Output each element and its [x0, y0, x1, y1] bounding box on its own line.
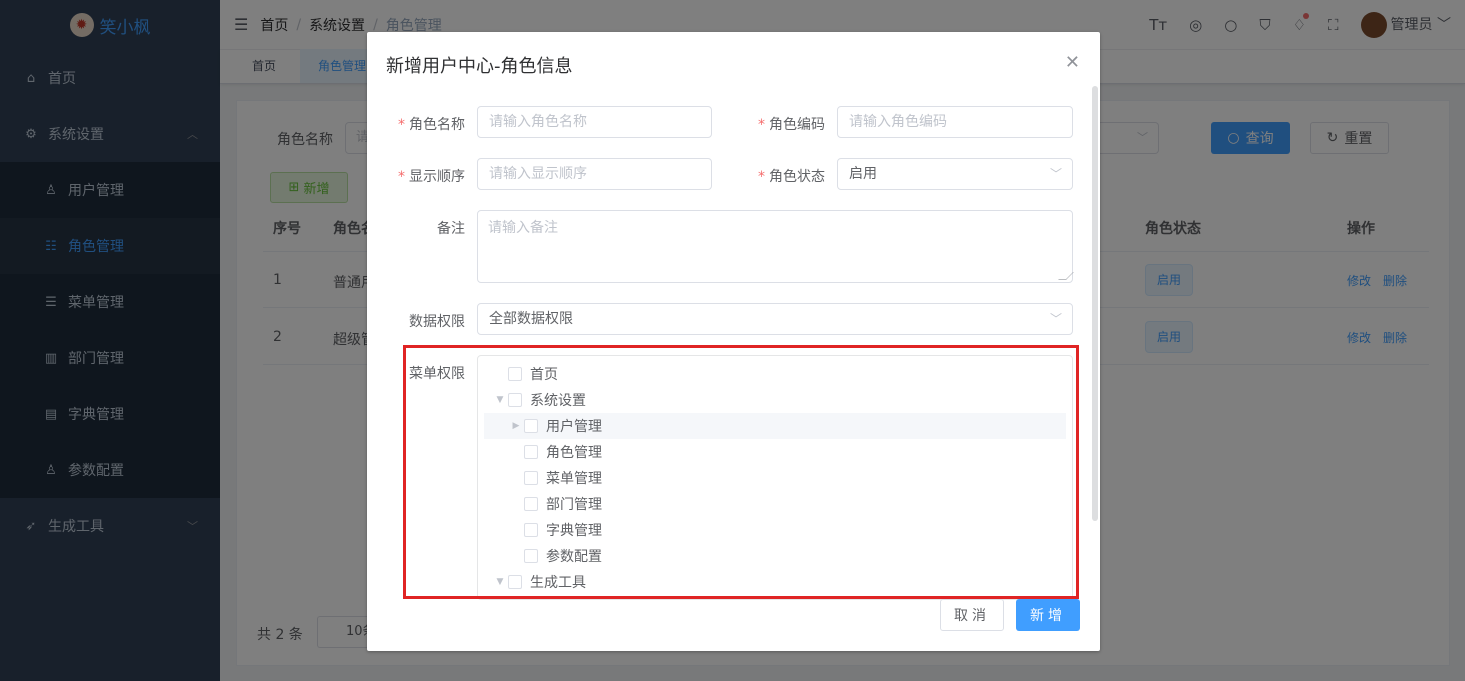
role-code-input[interactable]: 请输入角色编码: [837, 106, 1073, 138]
tree-node-label: 菜单管理: [546, 471, 602, 487]
close-icon[interactable]: ✕: [1065, 52, 1080, 73]
chevron-down-icon: ﹀: [1049, 167, 1062, 181]
label-text: 角色编码: [769, 117, 825, 133]
menu-permission-tree: 首页 ▼ 系统设置 ▶ 用户管理 角色管理 菜单管理 部门管理 字典管理 参数配…: [477, 355, 1073, 600]
role-name-input[interactable]: 请输入角色名称: [477, 106, 712, 138]
tree-node-department-management[interactable]: 部门管理: [484, 491, 1066, 517]
required-asterisk: *: [758, 169, 765, 185]
checkbox[interactable]: [524, 445, 538, 459]
label-text: 角色状态: [769, 169, 825, 185]
textarea-placeholder: 请输入备注: [488, 220, 558, 236]
resize-handle[interactable]: [1058, 272, 1074, 280]
remark-textarea[interactable]: 请输入备注: [477, 210, 1074, 283]
tree-node-home[interactable]: 首页: [484, 361, 1066, 387]
required-asterisk: *: [758, 117, 765, 133]
tree-node-label: 用户管理: [546, 419, 602, 435]
tree-node-label: 首页: [530, 367, 558, 383]
chevron-down-icon: ﹀: [1049, 312, 1062, 326]
tree-node-label: 字典管理: [546, 523, 602, 539]
display-order-label: * 显示顺序: [397, 166, 465, 186]
tree-node-generate-tools[interactable]: ▼ 生成工具: [484, 569, 1066, 595]
role-status-select[interactable]: 启用 ﹀: [837, 158, 1073, 190]
select-value: 启用: [849, 166, 877, 182]
checkbox[interactable]: [524, 523, 538, 537]
tree-node-label: 部门管理: [546, 497, 602, 513]
tree-node-role-management[interactable]: 角色管理: [484, 439, 1066, 465]
display-order-input[interactable]: 请输入显示顺序: [477, 158, 712, 190]
checkbox[interactable]: [508, 367, 522, 381]
scrollbar[interactable]: [1092, 86, 1098, 521]
checkbox[interactable]: [508, 575, 522, 589]
tree-node-label: 角色管理: [546, 445, 602, 461]
caret-down-icon[interactable]: ▼: [492, 395, 508, 405]
required-asterisk: *: [398, 117, 405, 133]
remark-label: 备注: [437, 221, 465, 237]
checkbox[interactable]: [508, 393, 522, 407]
tree-node-label: 系统设置: [530, 393, 586, 409]
tree-node-label: 参数配置: [546, 549, 602, 565]
label-text: 显示顺序: [409, 169, 465, 185]
select-value: 全部数据权限: [489, 311, 573, 327]
tree-node-system-settings[interactable]: ▼ 系统设置: [484, 387, 1066, 413]
checkbox[interactable]: [524, 497, 538, 511]
tree-node-label: 生成工具: [530, 575, 586, 591]
required-asterisk: *: [398, 169, 405, 185]
label-text: 角色名称: [409, 117, 465, 133]
role-dialog: 新增用户中心-角色信息 ✕ * 角色名称 请输入角色名称 * 角色编码 请输入角色编…: [367, 32, 1100, 651]
confirm-add-button[interactable]: 新增: [1016, 599, 1080, 631]
tree-node-dictionary-management[interactable]: 字典管理: [484, 517, 1066, 543]
data-scope-label: 数据权限: [409, 314, 465, 330]
caret-down-icon[interactable]: ▼: [492, 577, 508, 587]
role-name-label: * 角色名称: [397, 114, 465, 134]
dialog-title: 新增用户中心-角色信息: [386, 56, 573, 77]
tree-node-parameter-config[interactable]: 参数配置: [484, 543, 1066, 569]
data-scope-select[interactable]: 全部数据权限 ﹀: [477, 303, 1073, 335]
role-code-label: * 角色编码: [757, 114, 825, 134]
caret-right-icon[interactable]: ▶: [508, 421, 524, 431]
tree-node-menu-management[interactable]: 菜单管理: [484, 465, 1066, 491]
checkbox[interactable]: [524, 419, 538, 433]
role-status-label: * 角色状态: [757, 166, 825, 186]
checkbox[interactable]: [524, 549, 538, 563]
tree-node-user-management[interactable]: ▶ 用户管理: [484, 413, 1066, 439]
menu-permission-label: 菜单权限: [409, 366, 465, 382]
checkbox[interactable]: [524, 471, 538, 485]
cancel-button[interactable]: 取消: [940, 599, 1004, 631]
